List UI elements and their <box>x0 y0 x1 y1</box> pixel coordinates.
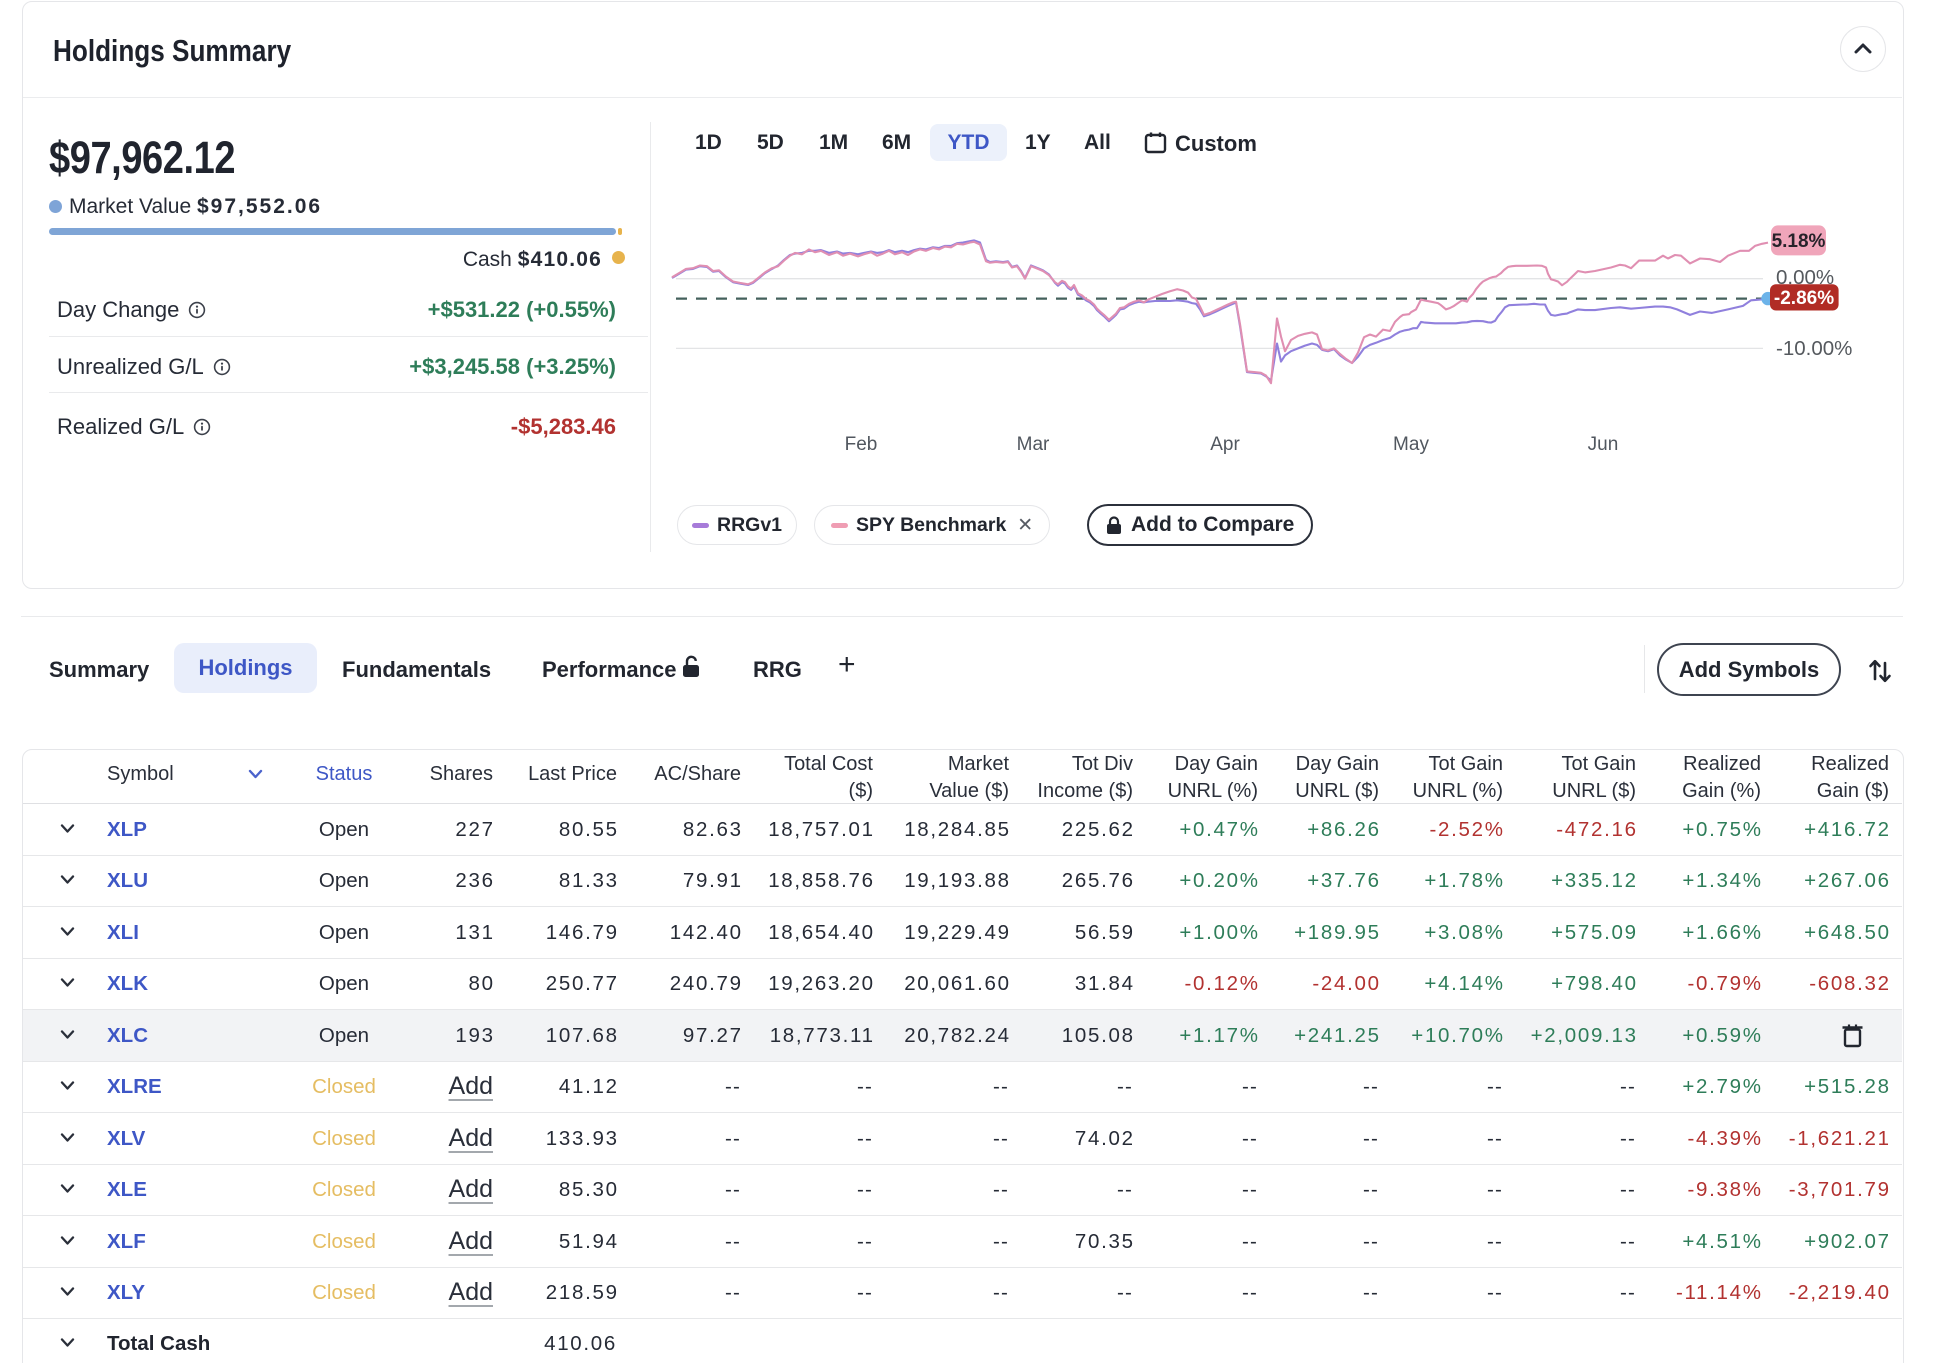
svg-text:Apr: Apr <box>1210 434 1240 455</box>
svg-text:Mar: Mar <box>1017 434 1050 455</box>
svg-text:May: May <box>1393 434 1429 455</box>
svg-text:Jun: Jun <box>1588 434 1619 455</box>
svg-text:5.18%: 5.18% <box>1772 231 1826 252</box>
svg-text:Feb: Feb <box>845 434 878 455</box>
svg-text:-10.00%: -10.00% <box>1776 337 1852 360</box>
svg-text:-2.86%: -2.86% <box>1774 288 1834 309</box>
